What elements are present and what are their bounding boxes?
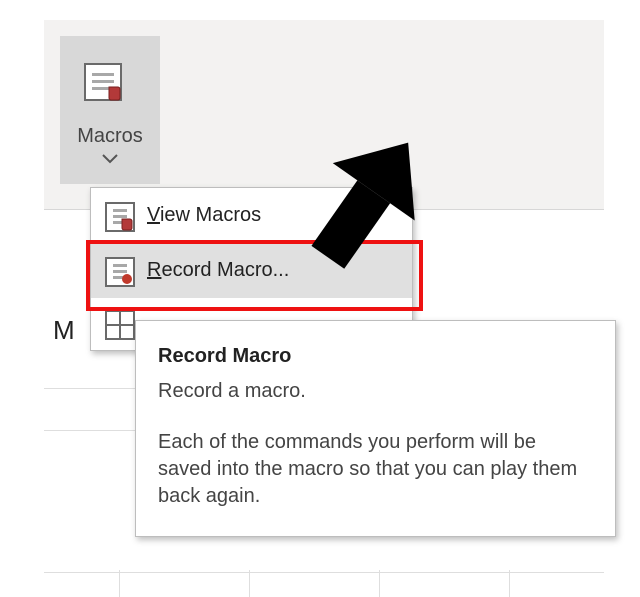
macros-split-button[interactable]: Macros — [60, 36, 160, 184]
scroll-badge-icon — [121, 218, 135, 232]
macros-icon — [84, 63, 136, 115]
record-macro-icon — [105, 257, 133, 285]
tooltip-subtitle: Record a macro. — [158, 378, 593, 405]
record-macro-tooltip: Record Macro Record a macro. Each of the… — [135, 320, 616, 537]
tooltip-body: Each of the commands you perform will be… — [158, 429, 593, 510]
scroll-badge-icon — [106, 85, 124, 103]
menu-item-label: Record Macro... — [147, 259, 289, 282]
menu-item-label: View Macros — [147, 204, 261, 227]
chevron-down-icon — [102, 154, 118, 164]
tooltip-title: Record Macro — [158, 343, 593, 370]
macros-button-label: Macros — [77, 125, 143, 148]
table-grid-icon — [105, 310, 133, 338]
view-macros-icon — [105, 202, 133, 230]
menu-item-record-macro[interactable]: Record Macro... — [91, 243, 412, 298]
menu-item-view-macros[interactable]: View Macros — [91, 188, 412, 243]
